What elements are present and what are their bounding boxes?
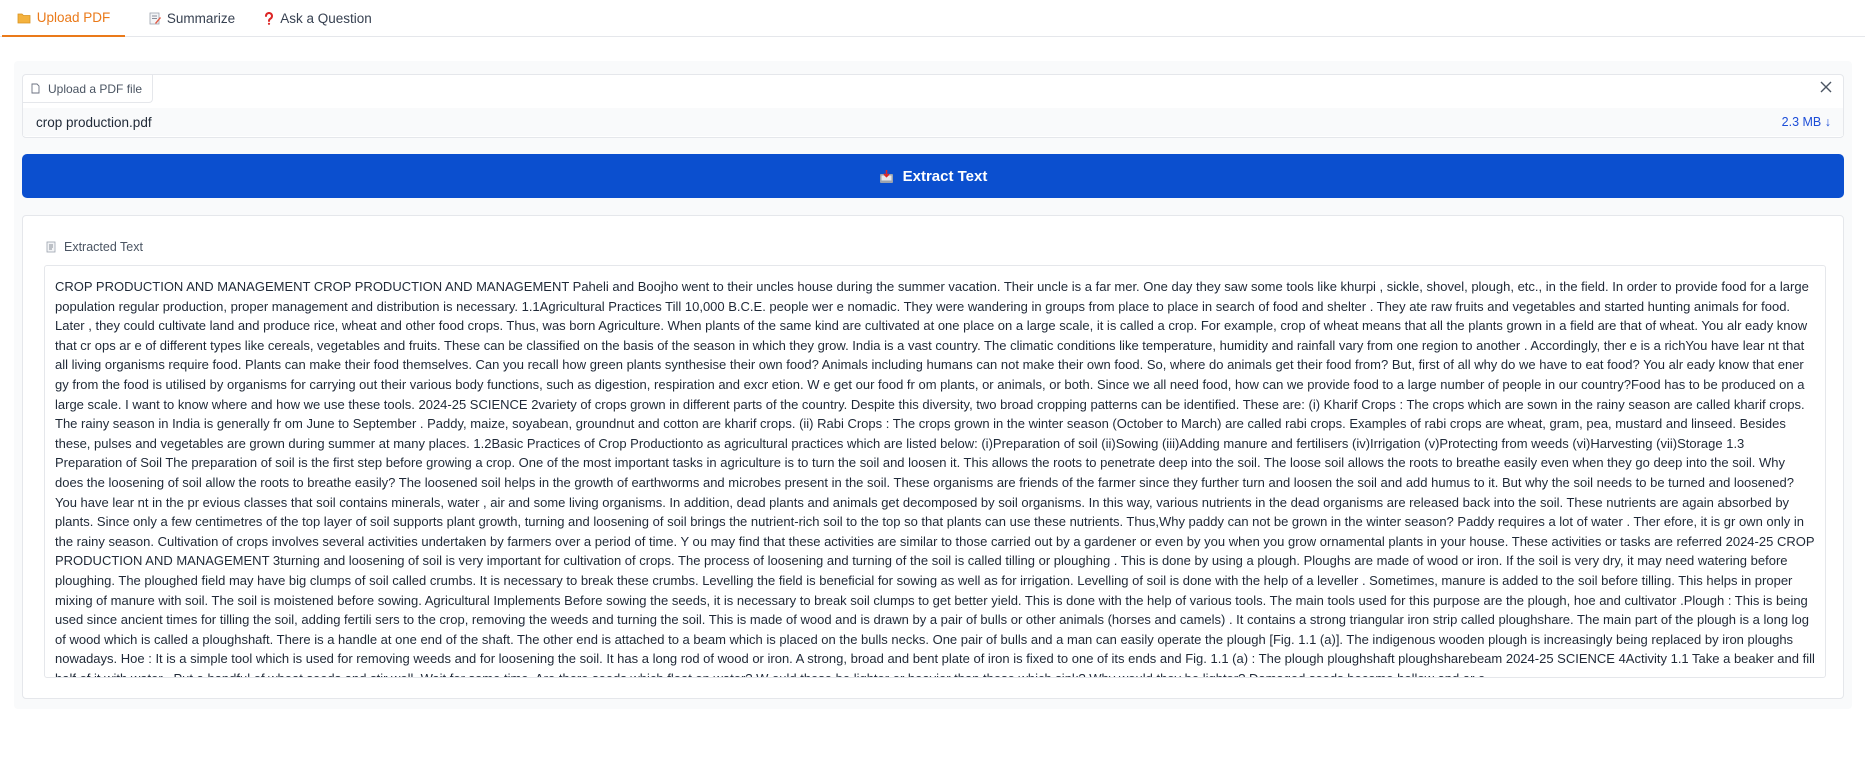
extracted-text-area[interactable]: CROP PRODUCTION AND MANAGEMENT CROP PROD… (44, 265, 1826, 678)
question-mark-icon (264, 12, 274, 25)
pdf-upload-component[interactable]: Upload a PDF file crop production.pdf 2.… (22, 74, 1844, 138)
tab-ask-question[interactable]: Ask a Question (257, 0, 379, 37)
file-download-link[interactable]: 2.3 MB ↓ (1782, 115, 1831, 129)
extracted-text-component: Extracted Text CROP PRODUCTION AND MANAG… (22, 215, 1844, 699)
tab-upload-pdf[interactable]: Upload PDF (2, 0, 125, 37)
close-icon (1820, 80, 1832, 98)
file-icon (31, 83, 40, 94)
document-icon (46, 241, 56, 253)
file-name: crop production.pdf (36, 114, 152, 130)
uploaded-file-row: crop production.pdf 2.3 MB ↓ (23, 108, 1843, 136)
extracted-text-label-text: Extracted Text (64, 240, 143, 254)
tab-label: Ask a Question (280, 11, 372, 26)
folder-icon (17, 12, 31, 24)
tab-label: Upload PDF (36, 10, 111, 25)
memo-icon (149, 12, 161, 25)
upload-label: Upload a PDF file (23, 75, 154, 103)
tab-label: Summarize (166, 11, 236, 26)
extracted-text-label: Extracted Text (46, 240, 143, 254)
extract-text-button[interactable]: Extract Text (22, 154, 1844, 198)
clear-file-button[interactable] (1817, 80, 1835, 98)
upload-label-text: Upload a PDF file (48, 81, 143, 96)
tab-bar: Upload PDF Summarize Ask a Question (0, 0, 1865, 37)
inbox-tray-icon (879, 169, 894, 184)
tab-summarize[interactable]: Summarize (138, 0, 246, 37)
extract-button-label: Extract Text (902, 167, 988, 185)
